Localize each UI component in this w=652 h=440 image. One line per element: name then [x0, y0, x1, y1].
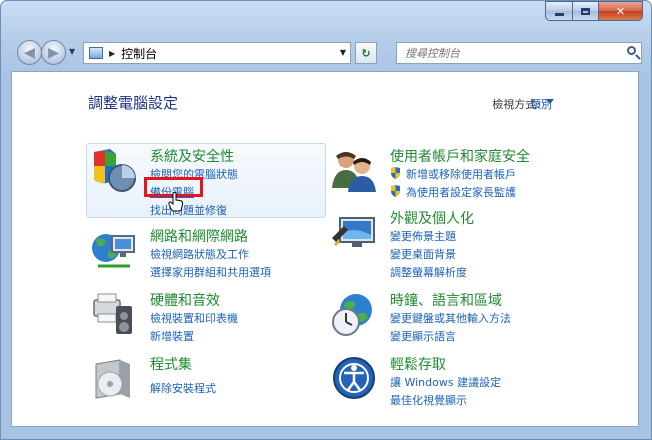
recent-pages-dropdown-icon[interactable]: ▼	[69, 47, 75, 56]
back-arrow-icon: ◀	[24, 44, 35, 61]
link-uninstall-program[interactable]: 解除安裝程式	[150, 380, 216, 396]
link-add-remove-accounts-label: 新增或移除使用者帳戶	[406, 168, 516, 181]
users-icon	[332, 152, 376, 192]
hardware-sound-icon	[93, 293, 132, 334]
forward-arrow-icon: ▶	[48, 44, 59, 61]
link-find-fix-problems[interactable]: 找出問題並修復	[150, 202, 227, 218]
category-title-appearance[interactable]: 外觀及個人化	[390, 208, 474, 228]
search-box[interactable]	[396, 42, 642, 64]
category-title-clock-language[interactable]: 時鐘、語言和區域	[390, 290, 502, 310]
refresh-button[interactable]: ↻	[355, 42, 377, 64]
appearance-icon	[332, 217, 375, 247]
search-input[interactable]	[403, 45, 607, 61]
link-let-windows-suggest[interactable]: 讓 Windows 建議設定	[390, 374, 501, 390]
view-by-arrow-icon[interactable]	[546, 99, 554, 104]
hand-pointer-icon	[168, 192, 184, 212]
address-bar[interactable]: ▶ 控制台 ▼	[83, 42, 351, 64]
category-title-network-internet[interactable]: 網路和網際網路	[150, 226, 248, 246]
category-title-user-accounts[interactable]: 使用者帳戶和家庭安全	[390, 146, 530, 166]
link-add-device[interactable]: 新增裝置	[150, 328, 194, 344]
breadcrumb-control-panel[interactable]: 控制台	[121, 45, 157, 62]
caption-buttons: ✕	[545, 1, 643, 21]
category-title-hardware-sound[interactable]: 硬體和音效	[150, 290, 220, 310]
minimize-button[interactable]	[545, 1, 572, 21]
close-button[interactable]: ✕	[598, 1, 643, 21]
link-network-status[interactable]: 檢視網路狀態及工作	[150, 246, 249, 262]
navigation-bar: ◀ ▶ ▼ ▶ 控制台 ▼ ↻	[11, 39, 642, 67]
maximize-button[interactable]	[572, 1, 598, 21]
uac-shield-icon	[391, 167, 400, 179]
network-icon	[92, 234, 135, 268]
category-title-ease-of-access[interactable]: 輕鬆存取	[390, 354, 446, 374]
system-security-icon	[94, 149, 136, 192]
programs-icon	[95, 359, 130, 399]
refresh-icon: ↻	[361, 46, 371, 60]
link-change-desktop-background[interactable]: 變更桌面背景	[390, 246, 456, 262]
link-adjust-resolution[interactable]: 調整螢幕解析度	[390, 264, 467, 280]
link-devices-printers[interactable]: 檢視裝置和印表機	[150, 310, 238, 326]
minimize-icon	[554, 12, 564, 16]
maximize-icon	[581, 7, 590, 15]
uac-shield-icon	[391, 185, 400, 197]
link-parental-controls-label: 為使用者設定家長監護	[406, 186, 516, 199]
back-button[interactable]: ◀	[17, 40, 42, 65]
breadcrumb-separator-icon[interactable]: ▶	[109, 49, 115, 58]
clock-language-icon	[332, 294, 372, 336]
control-panel-icon	[89, 47, 103, 59]
category-title-system-security[interactable]: 系統及安全性	[150, 146, 234, 166]
content-pane: 調整電腦設定 檢視方式: 類別 系統及安全性 檢閱您的電腦狀態 備份電腦 找出問…	[11, 71, 639, 427]
category-title-programs[interactable]: 程式集	[150, 354, 192, 374]
link-homegroup-sharing[interactable]: 選擇家用群組和共用選項	[150, 264, 271, 280]
link-change-keyboard[interactable]: 變更鍵盤或其他輸入方法	[390, 310, 511, 326]
link-add-remove-accounts[interactable]: 新增或移除使用者帳戶	[390, 166, 516, 182]
link-change-display-language[interactable]: 變更顯示語言	[390, 328, 456, 344]
forward-button[interactable]: ▶	[41, 40, 66, 65]
ease-of-access-icon	[333, 357, 375, 399]
link-parental-controls[interactable]: 為使用者設定家長監護	[390, 184, 516, 200]
close-icon: ✕	[615, 4, 626, 18]
control-panel-window: ✕ ◀ ▶ ▼ ▶ 控制台 ▼ ↻ 調整電腦設定 檢視方式: 類別	[0, 0, 652, 440]
link-optimize-visual-display[interactable]: 最佳化視覺顯示	[390, 392, 467, 408]
search-icon[interactable]	[627, 46, 636, 55]
address-dropdown-icon[interactable]: ▼	[340, 48, 346, 57]
link-change-theme[interactable]: 變更佈景主題	[390, 228, 456, 244]
page-title: 調整電腦設定	[88, 94, 179, 112]
